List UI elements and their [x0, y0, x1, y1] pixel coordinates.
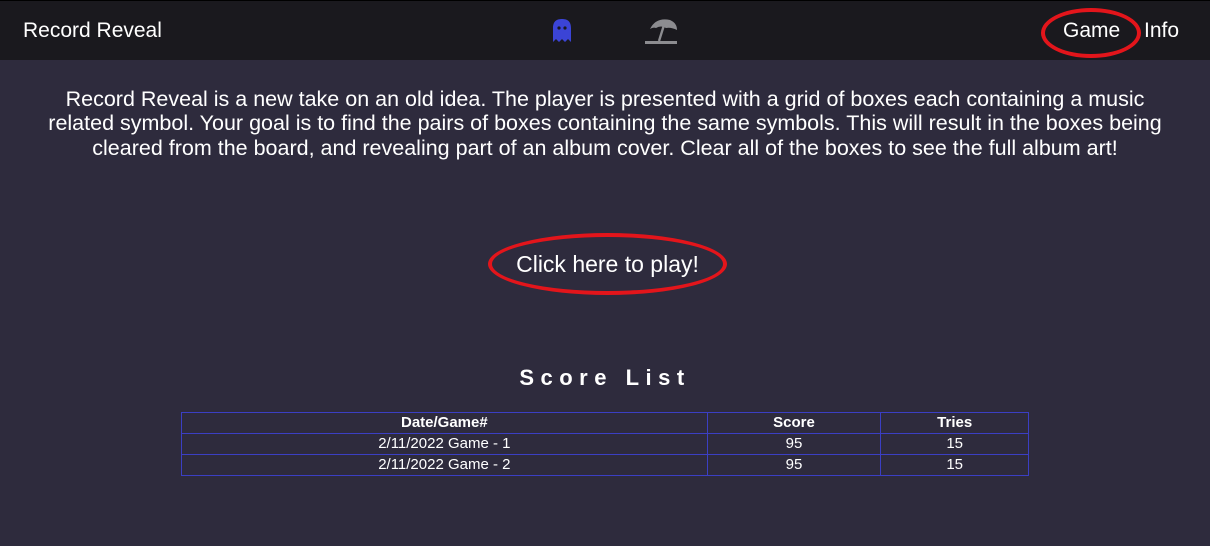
column-header-tries: Tries [880, 412, 1029, 434]
table-row: 2/11/2022 Game - 2 95 15 [181, 454, 1029, 476]
table-row: 2/11/2022 Game - 1 95 15 [181, 433, 1029, 455]
nav-info-link[interactable]: Info [1144, 18, 1179, 44]
column-header-date: Date/Game# [181, 412, 708, 434]
beach-umbrella-icon[interactable] [643, 16, 679, 46]
intro-text: Record Reveal is a new take on an old id… [48, 87, 1162, 160]
play-link[interactable]: Click here to play! [490, 251, 725, 277]
top-navbar: Record Reveal Game Info [0, 0, 1210, 60]
cell-date: 2/11/2022 Game - 1 [181, 433, 708, 455]
column-header-score: Score [706, 412, 882, 434]
nav-game-link[interactable]: Game [1063, 18, 1120, 44]
ghost-icon[interactable] [549, 16, 575, 46]
cell-date: 2/11/2022 Game - 2 [181, 454, 708, 476]
brand-title[interactable]: Record Reveal [23, 18, 162, 44]
cell-tries: 15 [880, 433, 1029, 455]
cell-score: 95 [706, 433, 882, 455]
cell-tries: 15 [880, 454, 1029, 476]
cell-score: 95 [706, 454, 882, 476]
score-list-title: Score List [519, 365, 691, 390]
table-header-row: Date/Game# Score Tries [181, 412, 1029, 434]
score-table: Date/Game# Score Tries 2/11/2022 Game - … [181, 412, 1029, 476]
